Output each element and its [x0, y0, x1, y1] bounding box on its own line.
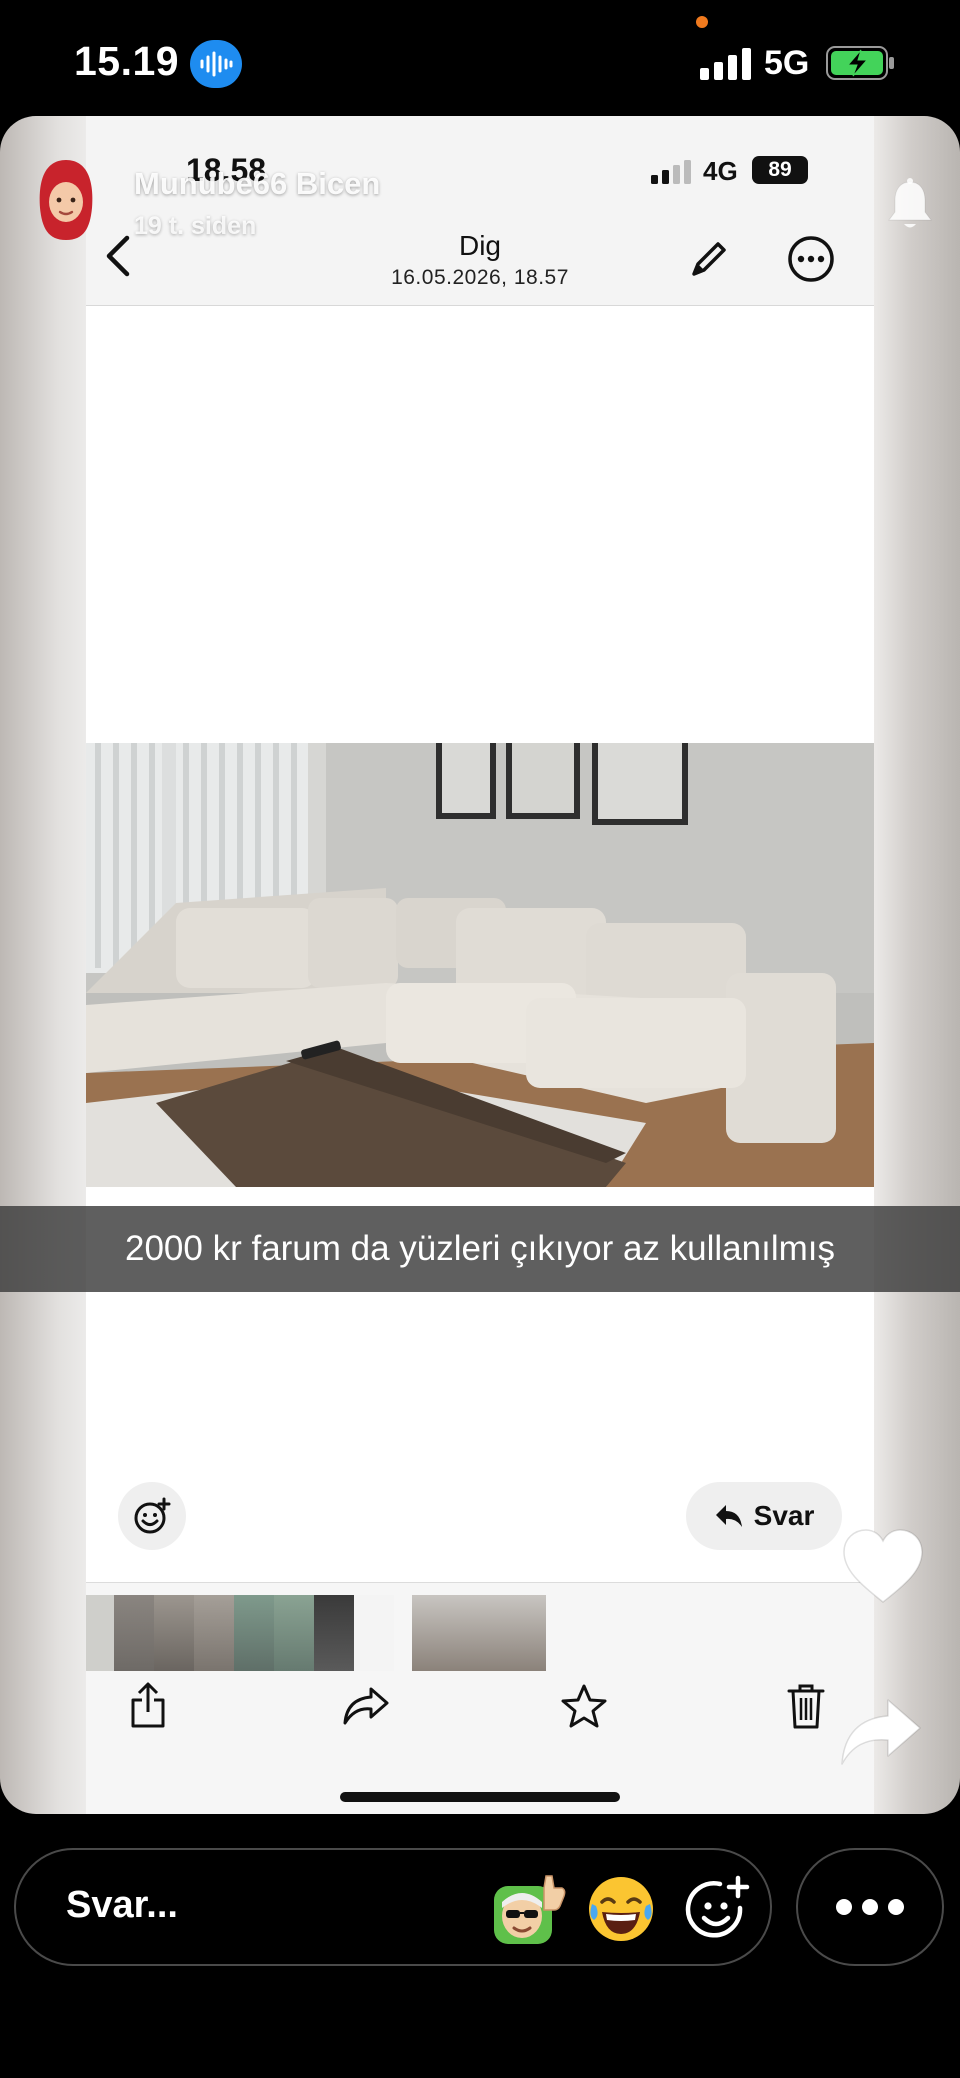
thumbnail — [354, 1595, 394, 1671]
story-username[interactable]: Munube66 Bicen — [134, 166, 380, 202]
more-dot — [888, 1899, 904, 1915]
shared-screenshot: 18.58 4G 89 Dig 16.05.2026, 18.57 Svar — [86, 116, 874, 1814]
add-reaction-icon[interactable] — [684, 1874, 754, 1944]
status-bar: 15.19 5G — [0, 0, 960, 116]
share-upload-icon — [118, 1676, 178, 1736]
story-card[interactable]: 18.58 4G 89 Dig 16.05.2026, 18.57 Svar M… — [0, 116, 960, 1814]
forward-arrow-icon — [336, 1676, 396, 1736]
screenshot-reply-button: Svar — [686, 1482, 842, 1550]
thumbnail — [194, 1595, 234, 1671]
home-indicator — [340, 1792, 620, 1802]
thumbnail — [314, 1595, 354, 1671]
reply-placeholder: Svar... — [66, 1884, 178, 1926]
share-arrow-icon[interactable] — [838, 1694, 924, 1768]
story-timestamp: 19 t. siden — [134, 212, 257, 240]
thumbnail-selected — [412, 1595, 546, 1671]
more-dot — [862, 1899, 878, 1915]
reply-arrow-icon — [715, 1505, 742, 1527]
thumbnail — [86, 1595, 114, 1671]
bell-icon[interactable] — [884, 176, 936, 232]
privacy-indicator-dot — [696, 16, 708, 28]
screenshot-reply-label: Svar — [753, 1500, 815, 1531]
more-options-button[interactable] — [796, 1848, 944, 1966]
status-time: 15.19 — [74, 38, 180, 84]
battery-charging-icon — [826, 46, 894, 80]
more-dot — [836, 1899, 852, 1915]
voice-memo-icon[interactable] — [190, 40, 242, 88]
story-header: Munube66 Bicen 19 t. siden — [0, 116, 960, 276]
thumbnail-strip — [86, 1582, 874, 1814]
react-smiley-icon — [118, 1482, 186, 1550]
laughing-emoji-icon[interactable] — [586, 1874, 656, 1944]
story-caption-bar: 2000 kr farum da yüzleri çıkıyor az kull… — [0, 1206, 960, 1292]
star-icon — [554, 1676, 614, 1736]
heart-icon[interactable] — [840, 1526, 926, 1606]
thumbnail — [114, 1595, 154, 1671]
thumbnail — [234, 1595, 274, 1671]
story-caption: 2000 kr farum da yüzleri çıkıyor az kull… — [125, 1229, 835, 1268]
network-type: 5G — [764, 44, 810, 82]
reply-input[interactable]: Svar... — [14, 1848, 772, 1966]
bitmoji-thumbs-up-icon[interactable] — [492, 1872, 566, 1946]
thumbnail — [274, 1595, 314, 1671]
thumbnail — [154, 1595, 194, 1671]
trash-icon — [776, 1676, 836, 1736]
bitmoji-avatar[interactable] — [34, 158, 98, 242]
sofa-photo — [86, 743, 874, 1187]
cellular-signal-icon — [700, 48, 751, 80]
